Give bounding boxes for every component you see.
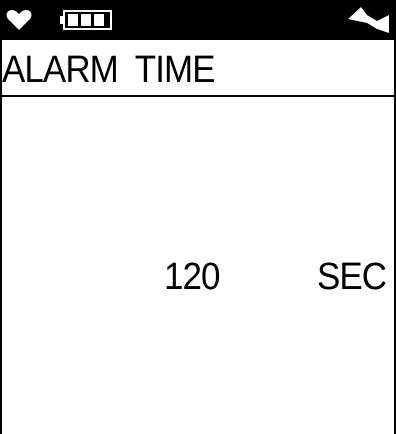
title-bar: ALARM TIME xyxy=(0,40,396,97)
alarm-time-unit: SEC xyxy=(316,256,387,298)
device-screen: ALARM TIME 120 SEC xyxy=(0,0,396,434)
status-bar xyxy=(0,0,396,40)
alarm-time-setting[interactable]: 120 SEC xyxy=(0,254,396,304)
heart-icon xyxy=(6,10,32,30)
page-title: ALARM TIME xyxy=(2,49,216,91)
battery-icon xyxy=(60,10,112,30)
bowtie-icon xyxy=(348,7,389,33)
alarm-time-value[interactable]: 120 xyxy=(164,254,220,300)
